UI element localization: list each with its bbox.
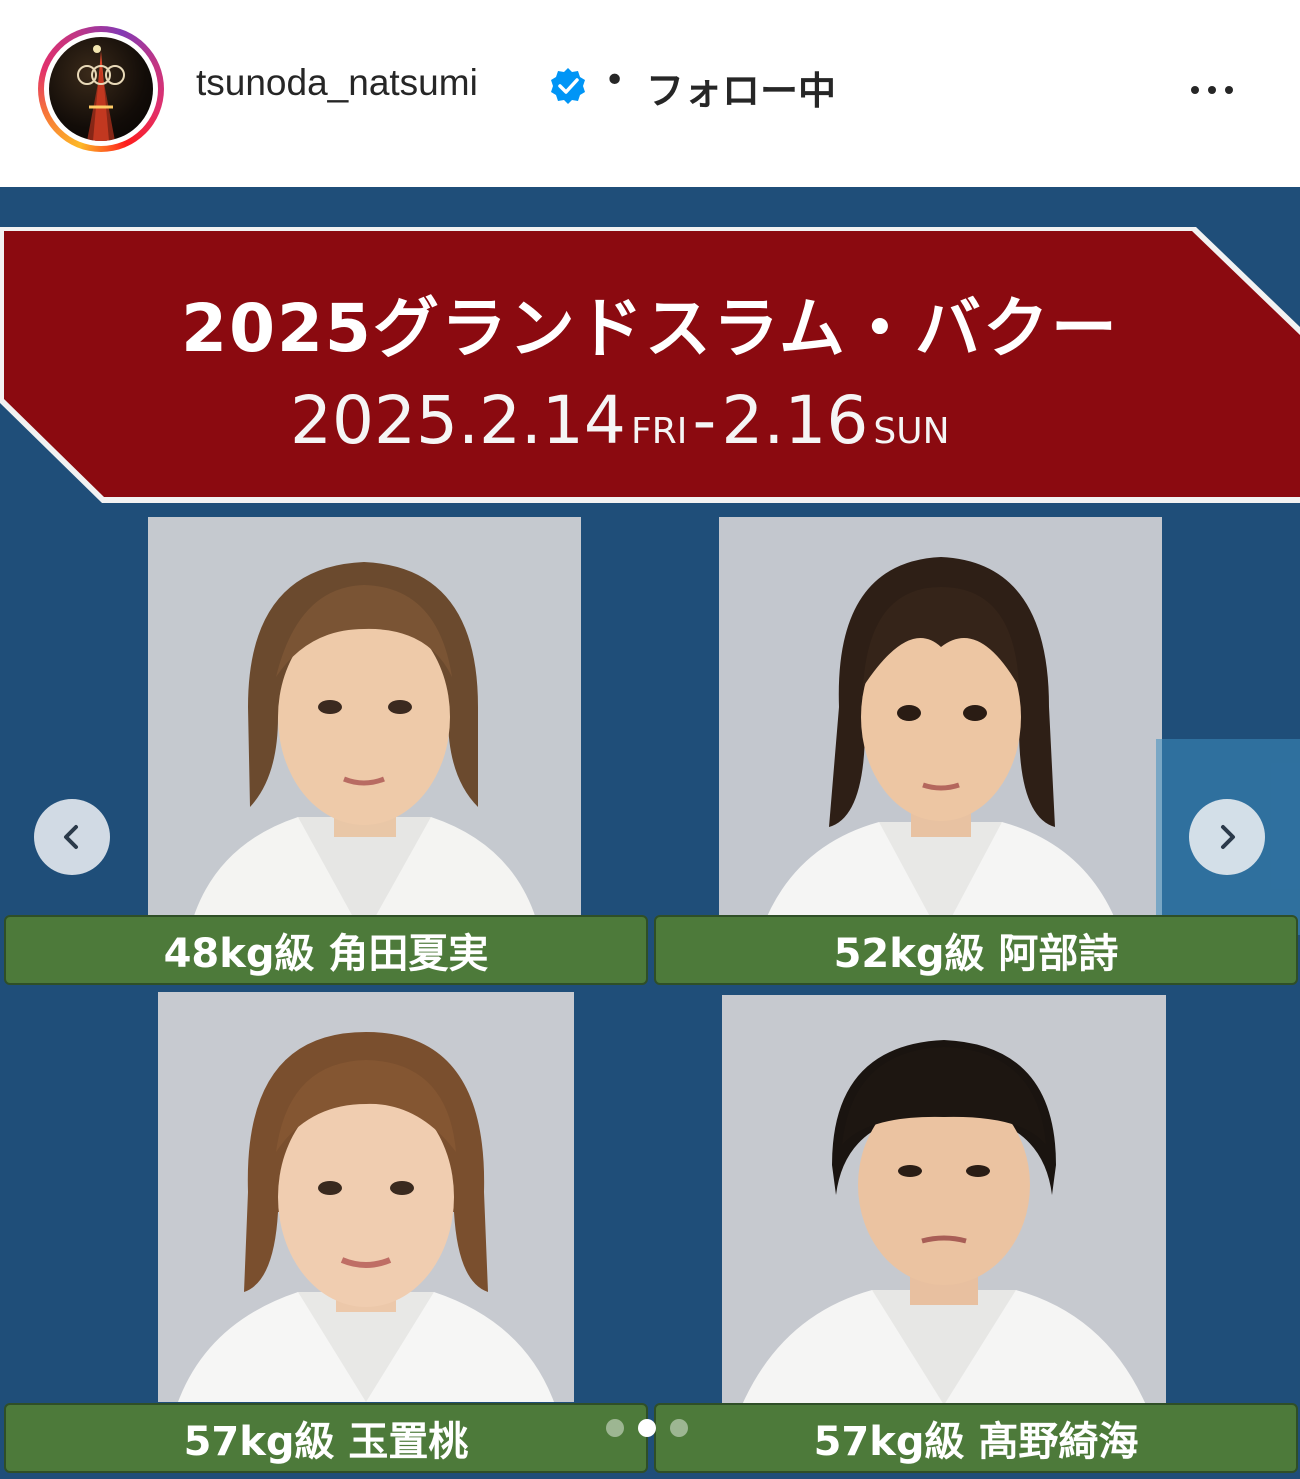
athlete-label: 52kg級 阿部詩 <box>654 915 1298 985</box>
avatar-tower-image <box>77 45 125 141</box>
more-dot <box>1208 86 1216 94</box>
chevron-left-icon <box>64 825 78 849</box>
avatar-gap <box>44 32 158 146</box>
athlete-portrait <box>158 992 574 1402</box>
carousel-dot <box>670 1419 688 1437</box>
athlete-label-text: 52kg級 阿部詩 <box>833 931 1119 977</box>
athlete-portrait <box>719 517 1162 937</box>
athlete-label-text: 48kg級 角田夏実 <box>163 931 489 977</box>
post-header: tsunoda_natsumi • フォロー中 <box>0 0 1300 178</box>
username-link[interactable]: tsunoda_natsumi <box>196 62 478 104</box>
athlete-portrait <box>722 995 1166 1405</box>
athlete-photo <box>722 995 1166 1405</box>
story-ring[interactable] <box>38 26 164 152</box>
separator-dot: • <box>604 60 626 101</box>
carousel-next-button[interactable] <box>1189 799 1265 875</box>
athlete-label: 48kg級 角田夏実 <box>4 915 648 985</box>
date-dash: - <box>692 382 717 459</box>
verified-badge-icon <box>551 68 585 104</box>
carousel-dot-active <box>638 1419 656 1437</box>
athlete-label: 57kg級 玉置桃 <box>4 1403 648 1473</box>
more-options-icon[interactable] <box>1180 70 1244 110</box>
date-end-day: SUN <box>873 411 950 452</box>
post-image[interactable]: 2025グランドスラム・バクー 2025.2.14 FRI - 2.16 SUN <box>0 187 1300 1479</box>
avatar[interactable] <box>49 37 153 141</box>
athlete-label-text: 57kg級 玉置桃 <box>183 1419 469 1465</box>
more-dot <box>1191 86 1199 94</box>
athlete-photo <box>719 517 1162 937</box>
carousel-prev-button[interactable] <box>34 799 110 875</box>
athlete-photo <box>158 992 574 1402</box>
event-title: 2025グランドスラム・バクー <box>181 290 1119 367</box>
date-end: 2.16 <box>721 382 869 459</box>
date-start: 2025.2.14 <box>290 382 626 459</box>
event-dates: 2025.2.14 FRI - 2.16 SUN <box>290 382 950 459</box>
athlete-label-text: 57kg級 髙野綺海 <box>813 1419 1139 1465</box>
date-start-day: FRI <box>631 411 688 452</box>
athlete-label: 57kg級 髙野綺海 <box>654 1403 1298 1473</box>
carousel-dot <box>606 1419 624 1437</box>
carousel-indicator <box>606 1419 688 1437</box>
athlete-photo <box>148 517 581 937</box>
athlete-portrait <box>148 517 581 937</box>
following-button[interactable]: フォロー中 <box>646 60 836 115</box>
chevron-right-icon <box>1221 825 1235 849</box>
more-dot <box>1225 86 1233 94</box>
